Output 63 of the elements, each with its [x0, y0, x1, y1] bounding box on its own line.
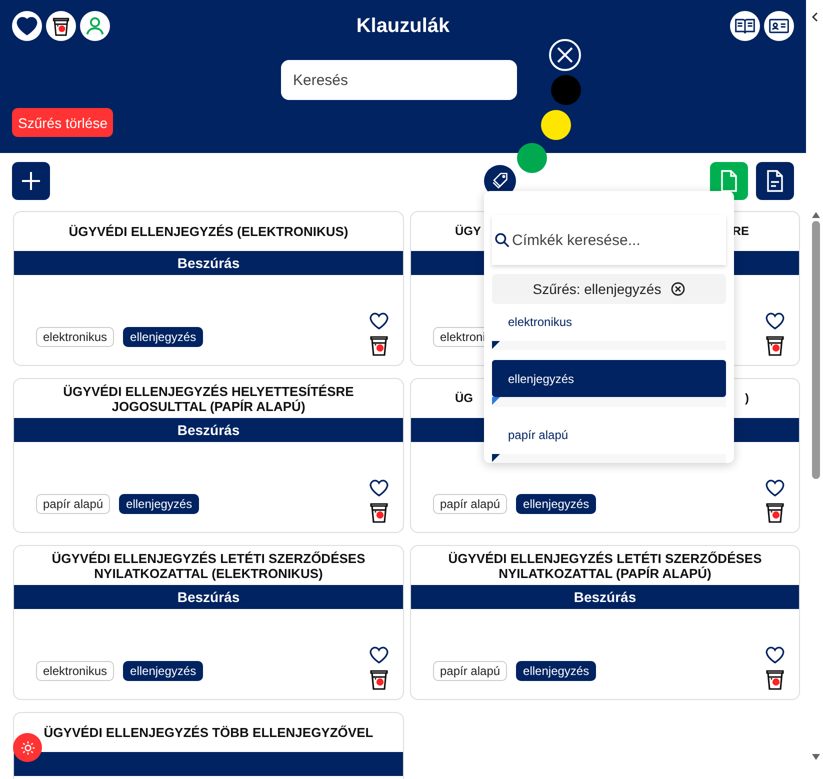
filter-label: Szűrés: ellenjegyzés [532, 280, 662, 297]
clear-filter-icon-button[interactable] [671, 282, 686, 296]
tag-chip: ellenjegyzés [119, 494, 200, 514]
user-button[interactable] [80, 11, 110, 41]
cup-icon[interactable] [367, 500, 391, 524]
cup-icon[interactable] [763, 500, 787, 524]
heart-icon[interactable] [369, 311, 389, 331]
tags-icon [491, 172, 509, 190]
tag-search-field[interactable]: Címkék keresése... [492, 215, 726, 265]
scroll-down-icon[interactable] [810, 753, 820, 761]
card-title: ÜGYVÉDI ELLENJEGYZÉS LETÉTI SZERZŐDÉSES NYILATKOZATTAL (PAPÍR ALAPÚ) [447, 550, 763, 580]
card-title: ÜGYVÉDI ELLENJEGYZÉS TÖBB ELLENJEGYZŐVEL [44, 725, 374, 740]
scroll-thumb[interactable] [812, 221, 820, 479]
text-document-button[interactable] [756, 162, 794, 200]
search-icon [494, 232, 510, 248]
insert-button[interactable]: Beszúrás [14, 251, 403, 275]
card-title: ÜGYVÉDI ELLENJEGYZÉS (ELEKTRONIKUS) [68, 224, 348, 239]
tag-chip: ellenjegyzés [516, 494, 596, 514]
tag-chip: elektronikus [36, 327, 114, 347]
sun-icon [20, 740, 36, 756]
tag-option[interactable]: ellenjegyzés [492, 360, 726, 398]
heart-icon[interactable] [369, 645, 389, 665]
tag-chip: ellenjegyzés [123, 661, 204, 681]
user-icon [84, 15, 106, 37]
corner-icon [492, 340, 500, 349]
close-icon [671, 282, 686, 296]
add-button[interactable] [12, 162, 50, 200]
tag-chip: ellenjegyzés [123, 327, 204, 347]
heart-icon[interactable] [765, 478, 785, 498]
insert-button[interactable]: Beszúrás [14, 418, 403, 442]
corner-icon [492, 397, 500, 406]
corner-icon [492, 454, 500, 462]
tag-chip: papír alapú [36, 494, 110, 514]
id-card-button[interactable] [764, 11, 794, 41]
heart-icon[interactable] [765, 645, 785, 665]
card-title: ) [745, 391, 749, 406]
card-title: ÜGYVÉDI ELLENJEGYZÉS HELYETTESÍTÉSRE JOGOSULTTAL (PAPÍR ALAPÚ) [62, 384, 355, 414]
close-icon [556, 46, 574, 64]
color-swatch[interactable] [517, 143, 547, 173]
tag-chip: ellenjegyzés [516, 661, 596, 681]
insert-button[interactable]: Beszúrás [14, 585, 403, 609]
page-title: Klauzulák [356, 14, 450, 38]
tag-chip: papír alapú [433, 661, 508, 681]
heart-icon[interactable] [369, 478, 389, 498]
insert-button[interactable]: Beszúrás [411, 585, 799, 609]
clear-filter-button[interactable]: Szűrés törlése [12, 108, 114, 137]
chevron-left-icon [810, 12, 818, 22]
tag-chip: elektronikus [36, 661, 114, 681]
cup-icon[interactable] [763, 333, 787, 357]
heart-icon[interactable] [765, 311, 785, 331]
card-title: ÜGY [455, 224, 482, 239]
card-title: ÜGYVÉDI ELLENJEGYZÉS LETÉTI SZERZŐDÉSES NYILATKOZATTAL (ELEKTRONIKUS) [50, 550, 366, 580]
book-button[interactable] [730, 11, 760, 41]
close-button[interactable] [549, 39, 581, 71]
card-title: ÜG [455, 391, 473, 406]
text-document-icon [764, 169, 786, 193]
tag-chip: papír alapú [433, 494, 508, 514]
search-field[interactable]: Keresés [281, 60, 517, 100]
plus-icon [21, 171, 41, 191]
cup-icon[interactable] [367, 667, 391, 691]
cup-icon[interactable] [367, 333, 391, 357]
scroll-up-icon[interactable] [810, 211, 820, 219]
cup-icon[interactable] [763, 667, 787, 691]
